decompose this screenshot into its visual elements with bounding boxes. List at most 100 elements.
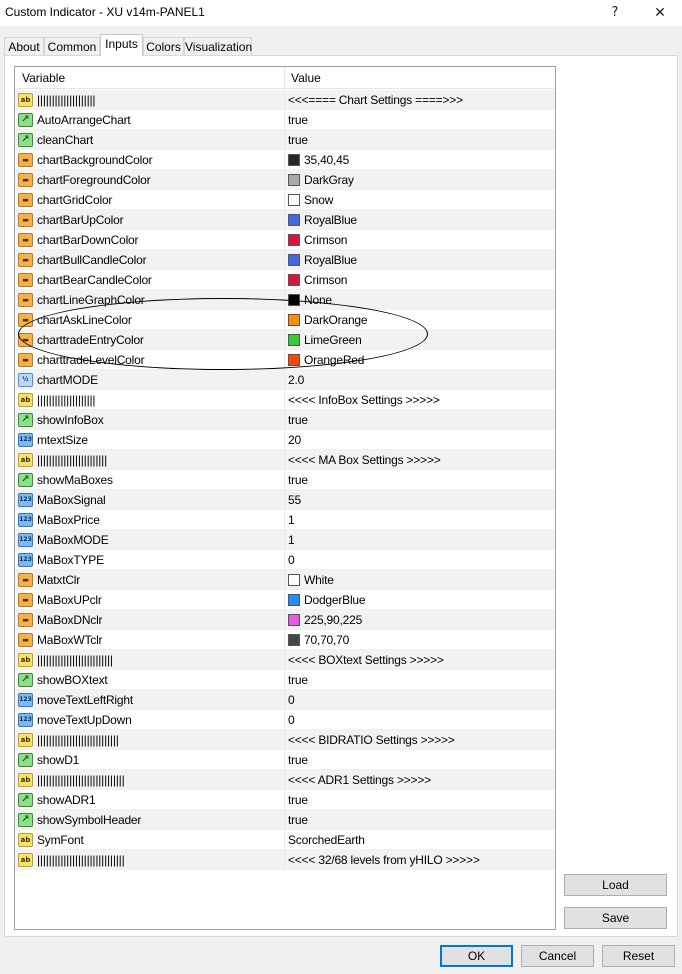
table-row[interactable]: 123 MaBoxSignal 55: [15, 490, 555, 510]
table-row[interactable]: ▬ chartGridColor Snow: [15, 190, 555, 210]
value-cell[interactable]: White: [304, 573, 334, 587]
color-swatch[interactable]: [288, 174, 300, 186]
tab-colors[interactable]: Colors: [143, 37, 184, 55]
table-row[interactable]: ▬ chartAskLineColor DarkOrange: [15, 310, 555, 330]
table-row[interactable]: ▬ chartBullCandleColor RoyalBlue: [15, 250, 555, 270]
value-cell[interactable]: RoyalBlue: [304, 253, 357, 267]
color-swatch[interactable]: [288, 234, 300, 246]
tab-common[interactable]: Common: [44, 37, 100, 55]
cancel-button[interactable]: Cancel: [521, 945, 594, 967]
table-row[interactable]: ½ chartMODE 2.0: [15, 370, 555, 390]
color-swatch[interactable]: [288, 154, 300, 166]
value-cell[interactable]: true: [288, 753, 308, 767]
table-row[interactable]: 123 moveTextUpDown 0: [15, 710, 555, 730]
value-cell[interactable]: true: [288, 813, 308, 827]
color-swatch[interactable]: [288, 634, 300, 646]
value-cell[interactable]: true: [288, 113, 308, 127]
table-row[interactable]: ↗ showMaBoxes true: [15, 470, 555, 490]
color-swatch[interactable]: [288, 574, 300, 586]
table-row[interactable]: ab |||||||||||||||||||||||||| <<<< BOXtext…: [15, 650, 555, 670]
table-row[interactable]: ▬ charttradeLevelColor OrangeRed: [15, 350, 555, 370]
value-cell[interactable]: Crimson: [304, 233, 347, 247]
value-cell[interactable]: 35,40,45: [304, 153, 349, 167]
table-row[interactable]: ▬ charttradeEntryColor LimeGreen: [15, 330, 555, 350]
value-cell[interactable]: true: [288, 133, 308, 147]
table-row[interactable]: ab |||||||||||||||||||||||| <<<< MA Box Se…: [15, 450, 555, 470]
value-cell[interactable]: true: [288, 413, 308, 427]
value-cell[interactable]: 0: [288, 693, 295, 707]
value-cell[interactable]: DodgerBlue: [304, 593, 366, 607]
tab-about[interactable]: About: [4, 37, 44, 55]
table-row[interactable]: ▬ chartLineGraphColor None: [15, 290, 555, 310]
value-cell[interactable]: 70,70,70: [304, 633, 349, 647]
value-cell[interactable]: <<<==== Chart Settings ====>>>: [288, 93, 463, 107]
table-row[interactable]: 123 MaBoxTYPE 0: [15, 550, 555, 570]
ok-button[interactable]: OK: [440, 945, 513, 967]
table-row[interactable]: ab |||||||||||||||||||| <<<==== Chart Sett…: [15, 90, 555, 110]
table-row[interactable]: ab |||||||||||||||||||| <<<< InfoBox Setti…: [15, 390, 555, 410]
table-row[interactable]: ab |||||||||||||||||||||||||||| <<<< BIDRA…: [15, 730, 555, 750]
value-cell[interactable]: None: [304, 293, 332, 307]
table-row[interactable]: ▬ MaBoxDNclr 225,90,225: [15, 610, 555, 630]
table-row[interactable]: ▬ MatxtClr White: [15, 570, 555, 590]
tab-inputs[interactable]: Inputs: [100, 34, 143, 56]
inputs-grid[interactable]: Variable Value ab |||||||||||||||||||| <<<…: [14, 66, 556, 930]
color-swatch[interactable]: [288, 334, 300, 346]
table-row[interactable]: ▬ chartBearCandleColor Crimson: [15, 270, 555, 290]
value-cell[interactable]: 225,90,225: [304, 613, 362, 627]
color-swatch[interactable]: [288, 314, 300, 326]
table-row[interactable]: 123 mtextSize 20: [15, 430, 555, 450]
value-cell[interactable]: true: [288, 673, 308, 687]
value-cell[interactable]: true: [288, 473, 308, 487]
value-cell[interactable]: 2.0: [288, 373, 304, 387]
table-row[interactable]: ↗ showD1 true: [15, 750, 555, 770]
table-row[interactable]: ab SymFont ScorchedEarth: [15, 830, 555, 850]
value-cell[interactable]: 55: [288, 493, 301, 507]
value-cell[interactable]: <<<< ADR1 Settings >>>>>: [288, 773, 431, 787]
help-button[interactable]: ?: [605, 3, 625, 23]
value-cell[interactable]: Crimson: [304, 273, 347, 287]
color-swatch[interactable]: [288, 214, 300, 226]
value-cell[interactable]: <<<< BIDRATIO Settings >>>>>: [288, 733, 455, 747]
table-row[interactable]: ↗ showADR1 true: [15, 790, 555, 810]
color-swatch[interactable]: [288, 254, 300, 266]
value-cell[interactable]: <<<< MA Box Settings >>>>>: [288, 453, 441, 467]
header-variable[interactable]: Variable: [22, 71, 65, 85]
value-cell[interactable]: <<<< BOXtext Settings >>>>>: [288, 653, 444, 667]
value-cell[interactable]: OrangeRed: [304, 353, 364, 367]
tab-visualization[interactable]: Visualization: [184, 37, 252, 55]
table-row[interactable]: ↗ showBOXtext true: [15, 670, 555, 690]
table-row[interactable]: ▬ chartBarDownColor Crimson: [15, 230, 555, 250]
color-swatch[interactable]: [288, 594, 300, 606]
value-cell[interactable]: DarkOrange: [304, 313, 368, 327]
close-icon[interactable]: ✕: [650, 3, 670, 23]
value-cell[interactable]: RoyalBlue: [304, 213, 357, 227]
table-row[interactable]: 123 moveTextLeftRight 0: [15, 690, 555, 710]
table-row[interactable]: ▬ MaBoxUPclr DodgerBlue: [15, 590, 555, 610]
table-row[interactable]: 123 MaBoxMODE 1: [15, 530, 555, 550]
value-cell[interactable]: <<<< InfoBox Settings >>>>>: [288, 393, 440, 407]
value-cell[interactable]: Snow: [304, 193, 333, 207]
table-row[interactable]: ↗ showSymbolHeader true: [15, 810, 555, 830]
table-row[interactable]: ↗ showInfoBox true: [15, 410, 555, 430]
value-cell[interactable]: 1: [288, 533, 295, 547]
table-row[interactable]: ▬ chartBarUpColor RoyalBlue: [15, 210, 555, 230]
table-row[interactable]: ▬ chartBackgroundColor 35,40,45: [15, 150, 555, 170]
table-row[interactable]: ab |||||||||||||||||||||||||||||| <<<< 32/…: [15, 850, 555, 870]
table-row[interactable]: ▬ MaBoxWTclr 70,70,70: [15, 630, 555, 650]
value-cell[interactable]: DarkGray: [304, 173, 354, 187]
column-divider[interactable]: [284, 67, 285, 89]
save-button[interactable]: Save: [564, 907, 667, 929]
value-cell[interactable]: true: [288, 793, 308, 807]
value-cell[interactable]: LimeGreen: [304, 333, 362, 347]
reset-button[interactable]: Reset: [602, 945, 675, 967]
table-row[interactable]: ↗ AutoArrangeChart true: [15, 110, 555, 130]
table-row[interactable]: ▬ chartForegroundColor DarkGray: [15, 170, 555, 190]
value-cell[interactable]: 1: [288, 513, 295, 527]
color-swatch[interactable]: [288, 294, 300, 306]
table-row[interactable]: 123 MaBoxPrice 1: [15, 510, 555, 530]
header-value[interactable]: Value: [291, 71, 321, 85]
value-cell[interactable]: <<<< 32/68 levels from yHILO >>>>>: [288, 853, 480, 867]
color-swatch[interactable]: [288, 274, 300, 286]
value-cell[interactable]: 20: [288, 433, 301, 447]
